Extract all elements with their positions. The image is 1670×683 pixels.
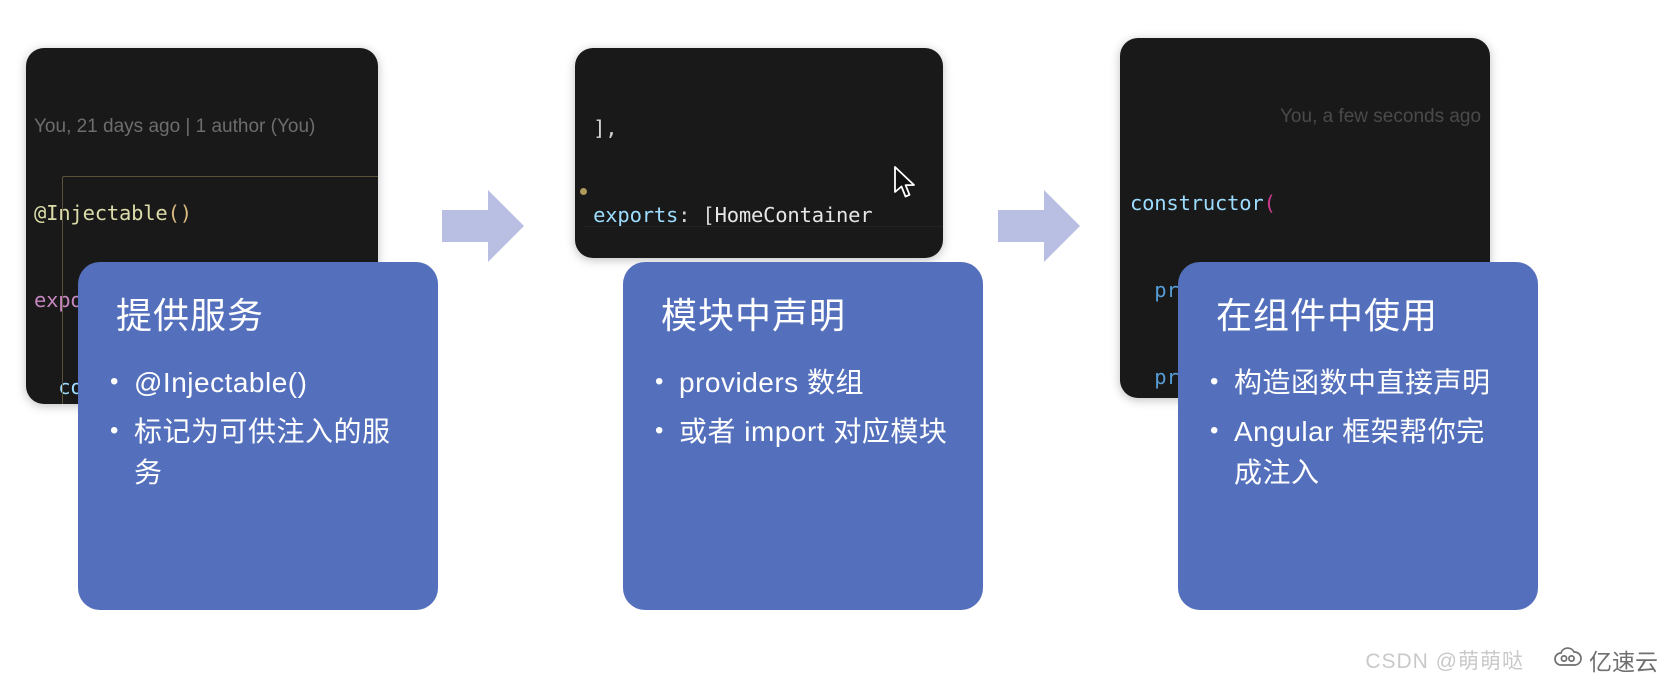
code-panel-module: ], exports: [HomeContainer imports: [Sha… [575,48,943,258]
brand-watermark: 亿速云 [1553,643,1658,677]
card-bullet: @Injectable() [108,361,408,403]
step-provide-service: You, 21 days ago | 1 author (You) @Injec… [0,0,520,683]
card-bullet: Angular 框架帮你完成注入 [1208,410,1508,493]
card-provide-service: 提供服务 @Injectable() 标记为可供注入的服务 [78,262,438,610]
card-bullet-list: providers 数组 或者 import 对应模块 [653,361,953,452]
card-bullet: 构造函数中直接声明 [1208,361,1508,403]
card-use-in-component: 在组件中使用 构造函数中直接声明 Angular 框架帮你完成注入 [1178,262,1538,610]
card-bullet: providers 数组 [653,361,953,403]
step-declare-in-module: ], exports: [HomeContainer imports: [Sha… [555,0,1075,683]
card-bullet: 或者 import 对应模块 [653,410,953,452]
cloud-icon [1553,646,1583,674]
card-bullet-list: 构造函数中直接声明 Angular 框架帮你完成注入 [1208,361,1508,493]
card-bullet: 标记为可供注入的服务 [108,410,408,493]
csdn-watermark: CSDN @萌萌哒 [1365,650,1524,673]
card-title: 提供服务 [116,295,265,336]
arrow-step-1-to-2 [436,180,528,272]
code-gutter-marker [580,188,587,195]
arrow-step-2-to-3 [992,180,1084,272]
card-bullet-list: @Injectable() 标记为可供注入的服务 [108,361,408,493]
slide-canvas: You, 21 days ago | 1 author (You) @Injec… [0,0,1670,683]
code-blame-line: You, a few seconds ago [1280,106,1482,127]
brand-label: 亿速云 [1589,649,1658,675]
card-title: 模块中声明 [661,295,847,336]
code-blame-line: You, 21 days ago | 1 author (You) [34,116,316,137]
code-line: @Injectable() [34,201,192,225]
code-divider [583,226,943,227]
step-use-in-component: You, a few seconds ago constructor( priv… [1110,0,1630,683]
code-line: constructor( [1130,191,1276,215]
card-declare-in-module: 模块中声明 providers 数组 或者 import 对应模块 [623,262,983,610]
card-title: 在组件中使用 [1216,295,1439,336]
code-line: ], [581,116,618,140]
